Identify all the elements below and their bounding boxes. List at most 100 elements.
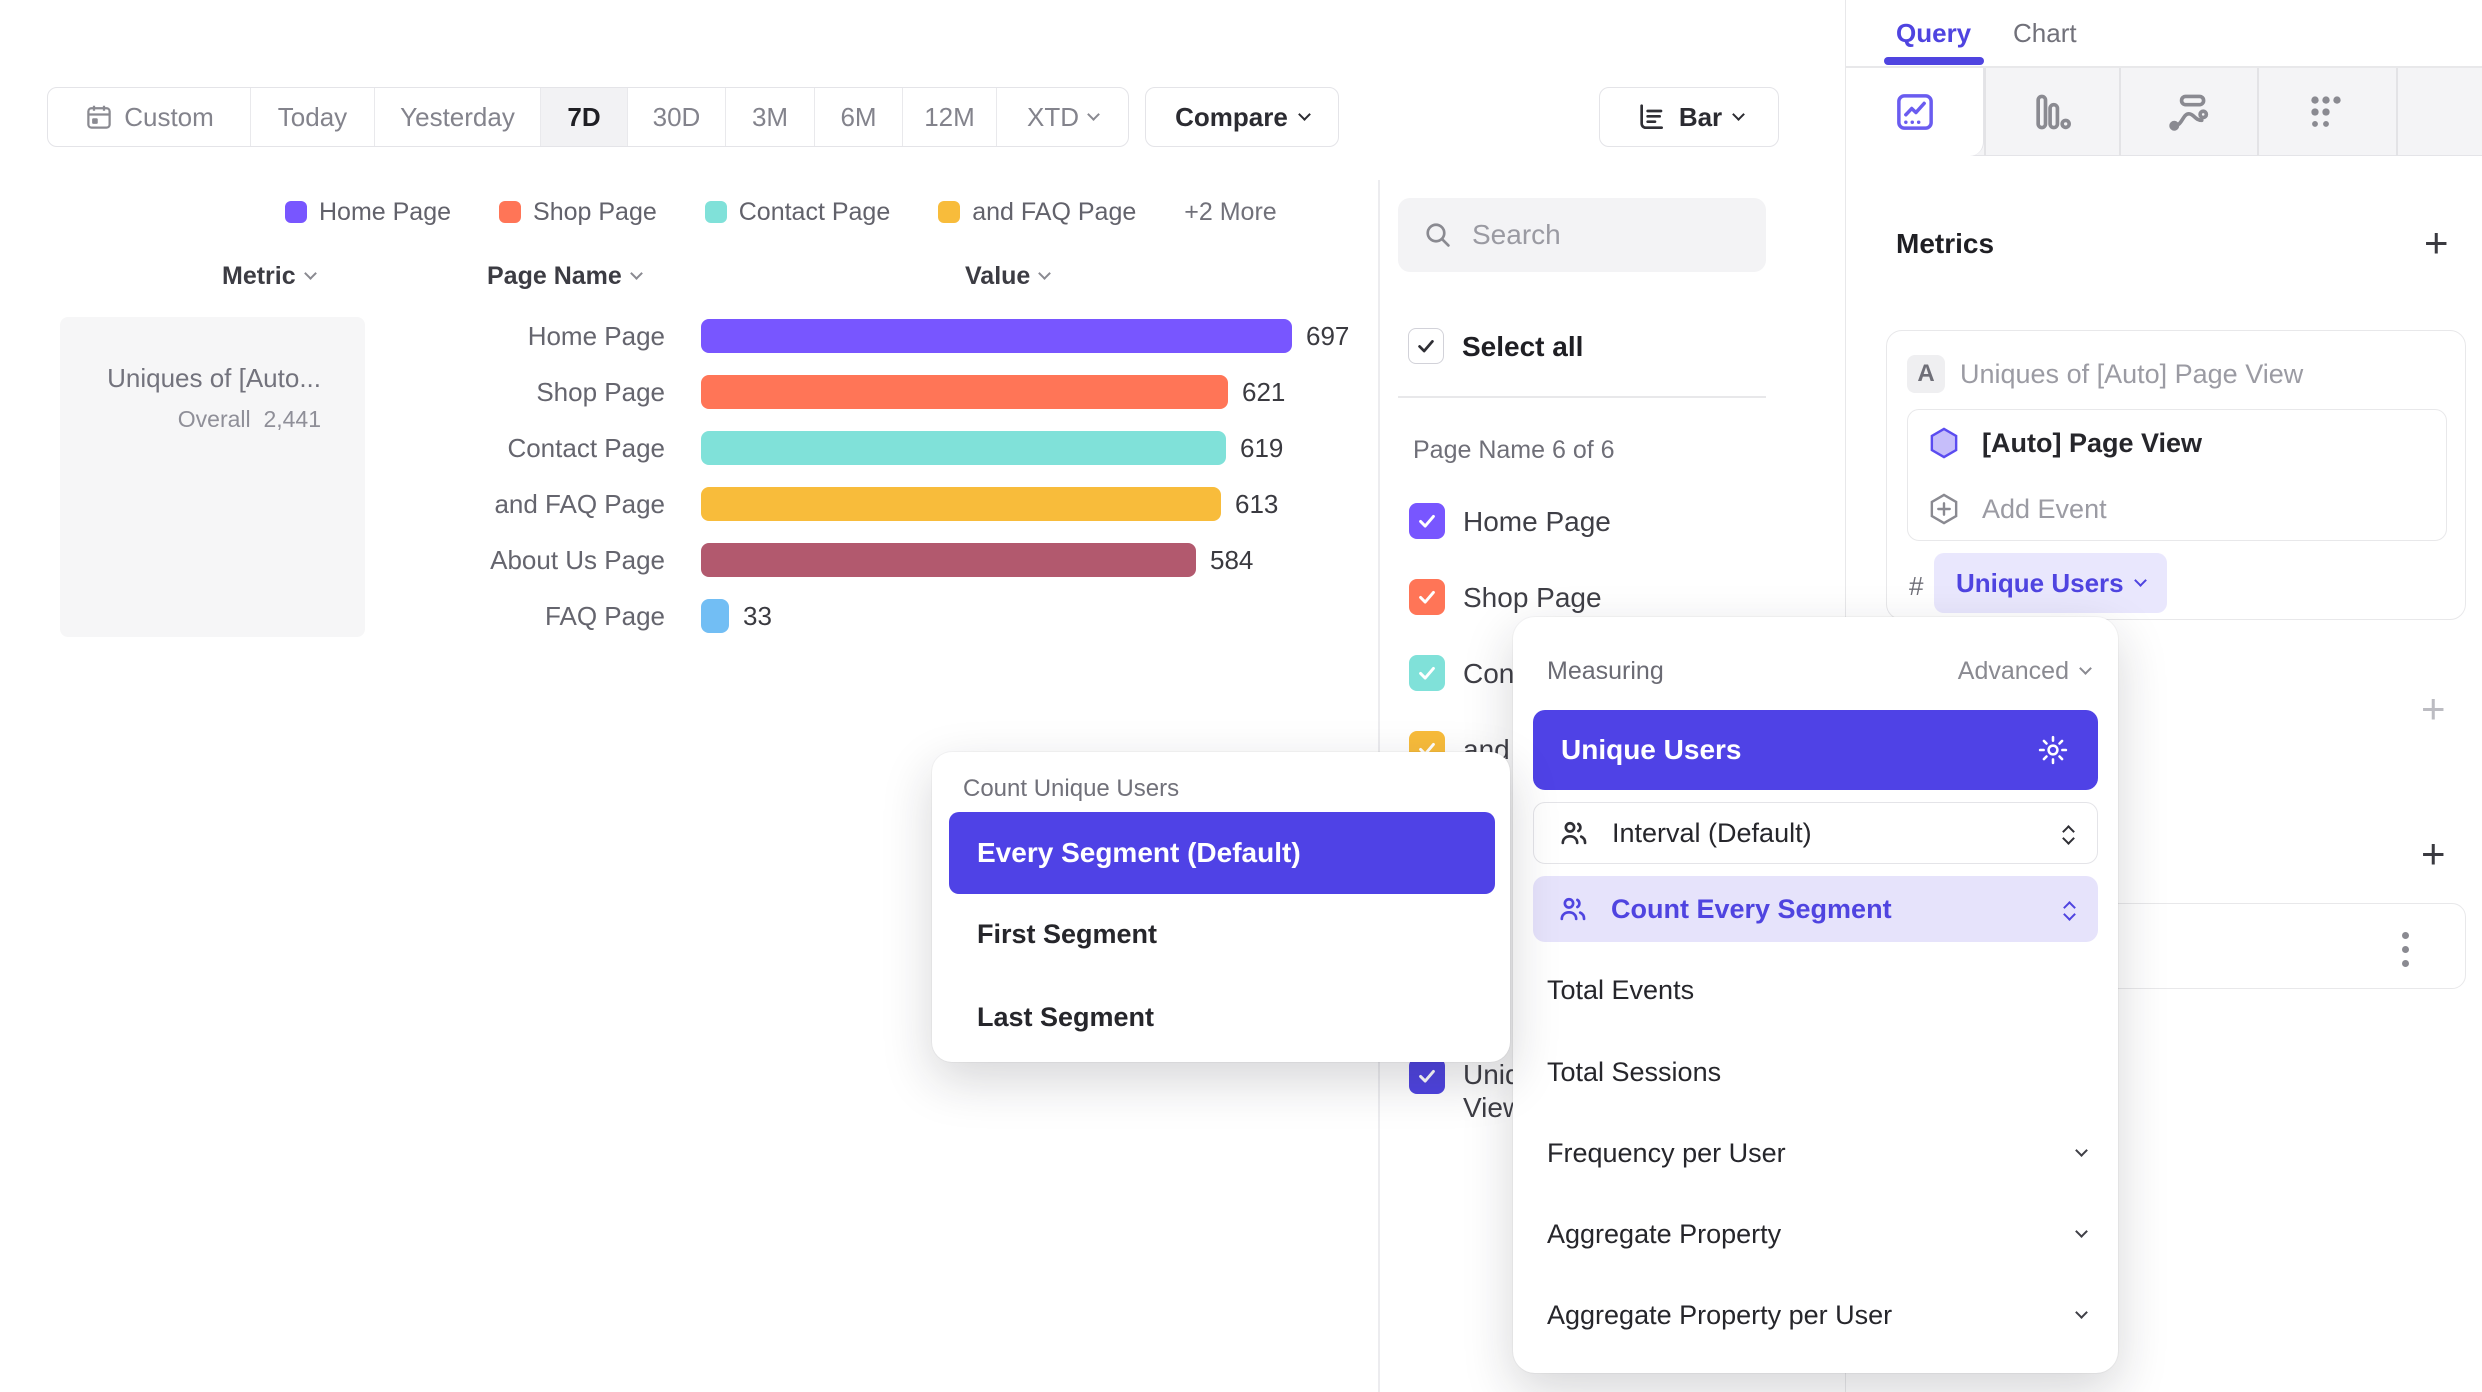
date-range-yesterday[interactable]: Yesterday [374,88,540,146]
users-icon [1557,893,1589,925]
tab-chart[interactable]: Chart [2013,18,2077,49]
metric-card[interactable]: A Uniques of [Auto] Page View [Auto] Pag… [1886,330,2466,620]
chart-row: Shop Page 621 [380,364,1285,420]
search-placeholder: Search [1472,219,1561,251]
date-range-30d[interactable]: 30D [627,88,725,146]
date-range-custom[interactable]: Custom [48,88,250,146]
metric-badge: A [1907,355,1945,393]
date-range-12m[interactable]: 12M [902,88,996,146]
date-range-today[interactable]: Today [250,88,374,146]
chart-row: and FAQ Page 613 [380,476,1278,532]
divider [1398,396,1766,398]
event-row[interactable]: [Auto] Page View [1908,410,2446,476]
select-all-row[interactable]: Select all [1408,328,1583,364]
gear-icon[interactable] [2036,733,2070,767]
add-event-row[interactable]: Add Event [1908,476,2446,542]
date-range-label: Custom [124,102,214,133]
add-event-icon [1926,491,1962,527]
date-range-6m[interactable]: 6M [814,88,902,146]
bar-chart-icon [1635,101,1667,133]
filter-item-home-page[interactable]: Home Page [1409,503,1611,539]
advanced-toggle[interactable]: Advanced [1958,657,2090,686]
bar-contact-page[interactable] [701,431,1226,465]
checkbox-checked[interactable] [1409,579,1445,615]
metric-cell[interactable]: Uniques of [Auto... Overall 2,441 [60,317,365,637]
search-icon [1422,219,1454,251]
select-all-checkbox[interactable] [1408,328,1444,364]
segment-selector[interactable]: Count Every Segment [1533,876,2098,942]
date-range-3m[interactable]: 3M [725,88,814,146]
bar-faq-page[interactable] [701,599,729,633]
search-input[interactable]: Search [1398,198,1766,272]
bar-about-us-page[interactable] [701,543,1196,577]
tab-query[interactable]: Query [1896,18,1971,49]
measuring-header: Measuring [1547,657,1664,686]
column-header-metric[interactable]: Metric [222,262,315,291]
report-type-tabbar [1846,68,2482,156]
row-label: Shop Page [380,377,665,408]
column-header-value[interactable]: Value [965,262,1049,291]
option-total-events[interactable]: Total Events [1547,964,2098,1016]
interval-selector[interactable]: Interval (Default) [1533,802,2098,864]
chevron-down-icon [1038,267,1051,280]
chevron-down-icon [2075,1306,2088,1319]
chart-row: About Us Page 584 [380,532,1253,588]
chart-row: FAQ Page 33 [380,588,772,644]
users-icon [1558,817,1590,849]
bar-value: 33 [743,601,772,632]
bar-home-page[interactable] [701,319,1292,353]
checkbox-checked[interactable] [1409,655,1445,691]
chevron-down-icon [2075,1225,2088,1238]
tab-retention[interactable] [2304,90,2348,134]
add-breakdown-button[interactable]: + [2421,833,2446,875]
checkbox-checked[interactable] [1409,503,1445,539]
option-frequency-per-user[interactable]: Frequency per User [1547,1127,2098,1179]
filter-section-label: Page Name 6 of 6 [1413,436,1615,465]
bar-value: 619 [1240,433,1283,464]
option-total-sessions[interactable]: Total Sessions [1547,1046,2098,1098]
bar-value: 584 [1210,545,1253,576]
option-first-segment[interactable]: First Segment [977,910,1477,958]
legend-swatch [705,201,727,223]
date-range-xtd[interactable]: XTD [996,88,1128,146]
bar-shop-page[interactable] [701,375,1228,409]
chevron-down-icon [1087,108,1100,121]
tab-funnels[interactable] [2029,90,2073,134]
measure-dropdown[interactable]: Unique Users [1934,553,2167,613]
checkbox-checked[interactable] [1409,1058,1445,1094]
kebab-menu-icon[interactable] [2402,932,2409,967]
date-range-toolbar: Custom Today Yesterday 7D 30D 3M 6M 12M … [47,87,1129,147]
legend-more[interactable]: +2 More [1184,198,1276,227]
legend-item[interactable]: Home Page [285,198,451,227]
chevron-down-icon [2134,574,2147,587]
chart-legend: Home Page Shop Page Contact Page and FAQ… [285,198,1277,226]
row-label: FAQ Page [380,601,665,632]
chevron-down-icon [304,267,317,280]
chart-row: Home Page 697 [380,308,1349,364]
bar-and-faq-page[interactable] [701,487,1221,521]
filter-item-shop-page[interactable]: Shop Page [1409,579,1602,615]
option-every-segment[interactable]: Every Segment (Default) [949,812,1495,894]
chart-type-button[interactable]: Bar [1599,87,1779,147]
retention-icon [2304,90,2348,134]
compare-button[interactable]: Compare [1145,87,1339,147]
option-unique-users[interactable]: Unique Users [1533,710,2098,790]
bar-value: 613 [1235,489,1278,520]
measuring-dropdown: Measuring Advanced Unique Users Interval… [1513,617,2118,1373]
row-label: and FAQ Page [380,489,665,520]
option-aggregate-property-per-user[interactable]: Aggregate Property per User [1547,1289,2098,1341]
column-header-page-name[interactable]: Page Name [487,262,641,291]
add-filter-button[interactable]: + [2421,688,2446,730]
tab-insights[interactable] [1846,68,1984,156]
chevron-down-icon [630,267,643,280]
option-aggregate-property[interactable]: Aggregate Property [1547,1208,2098,1260]
metric-card-title: Uniques of [Auto] Page View [1960,359,2303,390]
legend-item[interactable]: Shop Page [499,198,657,227]
legend-item[interactable]: Contact Page [705,198,891,227]
option-last-segment[interactable]: Last Segment [977,993,1477,1041]
add-metric-button[interactable]: + [2424,222,2449,264]
legend-item[interactable]: and FAQ Page [938,198,1136,227]
date-range-7d[interactable]: 7D [540,88,627,146]
legend-swatch [938,201,960,223]
tab-flows[interactable] [2166,90,2210,134]
